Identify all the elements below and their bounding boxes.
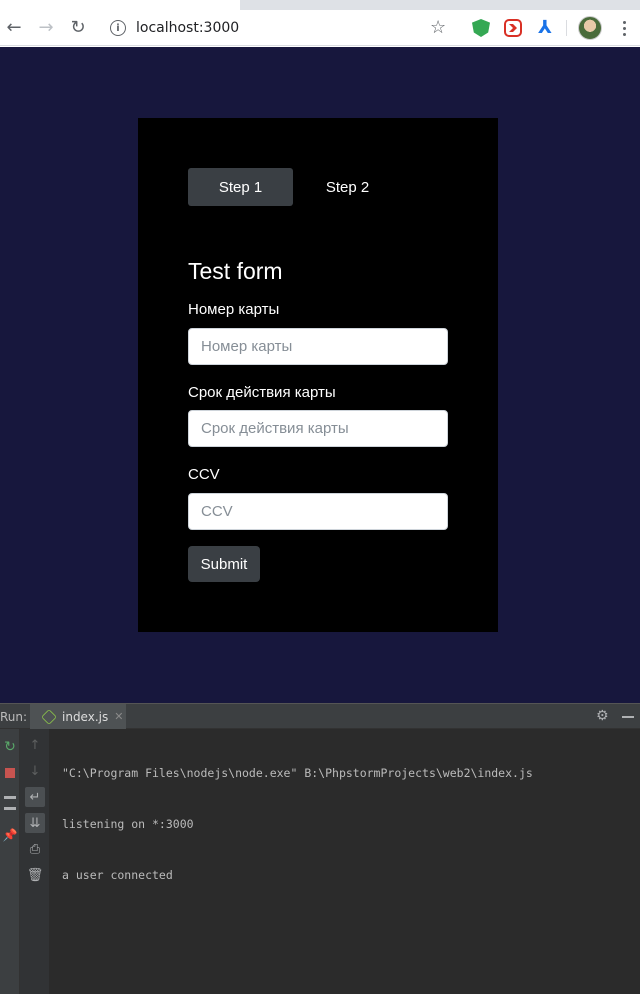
console-line: listening on *:3000 — [62, 817, 194, 831]
media-extension-icon[interactable] — [504, 19, 522, 37]
minimize-icon[interactable] — [622, 716, 634, 718]
stop-icon[interactable] — [0, 763, 20, 783]
browser-menu-icon[interactable] — [614, 18, 634, 38]
site-info-icon[interactable]: i — [110, 20, 126, 36]
run-panel-header: Run: index.js ✕ ⚙ — [0, 703, 640, 729]
close-icon[interactable]: ✕ — [114, 710, 123, 723]
up-arrow-icon[interactable]: ↑ — [25, 735, 45, 755]
toolbar-separator — [566, 20, 567, 36]
tab-strip — [0, 0, 640, 10]
forward-icon[interactable]: → — [34, 16, 58, 40]
run-left-toolbar: ↻ 📌 — [0, 729, 20, 994]
url-text[interactable]: localhost:3000 — [136, 20, 239, 36]
form-title: Test form — [188, 258, 283, 284]
ide-run-panel: Run: index.js ✕ ⚙ ↻ 📌 ↑ ↓ ↵ ⇊ ⎙ 🗑 "C:\Pr… — [0, 703, 640, 994]
trash-icon[interactable]: 🗑 — [25, 865, 45, 885]
bookmark-star-icon[interactable]: ☆ — [430, 17, 446, 38]
submit-button[interactable]: Submit — [188, 546, 260, 582]
scroll-to-end-icon[interactable]: ⇊ — [25, 813, 45, 833]
tab-step-1[interactable]: Step 1 — [188, 168, 293, 206]
form-card: Step 1 Step 2 Test form Номер карты Срок… — [138, 118, 498, 632]
soft-wrap-icon[interactable]: ↵ — [25, 787, 45, 807]
acrobat-extension-icon[interactable]: ⅄ — [536, 19, 554, 37]
run-tab-label: index.js — [62, 709, 109, 724]
ccv-input[interactable] — [188, 493, 448, 530]
card-number-label: Номер карты — [188, 301, 280, 318]
console-line: a user connected — [62, 868, 173, 882]
console-toolbar: ↑ ↓ ↵ ⇊ ⎙ 🗑 — [20, 729, 50, 994]
card-expiry-input[interactable] — [188, 410, 448, 447]
run-tab-index-js[interactable]: index.js ✕ — [30, 704, 126, 729]
card-expiry-label: Срок действия карты — [188, 384, 336, 401]
step-tabs: Step 1 Step 2 — [188, 168, 400, 206]
tab-step-2[interactable]: Step 2 — [295, 168, 400, 206]
reload-icon[interactable]: ↻ — [66, 16, 90, 40]
active-tab[interactable] — [0, 0, 240, 10]
print-icon[interactable]: ⎙ — [25, 839, 45, 859]
browser-toolbar: ← → ↻ i localhost:3000 ☆ ⅄ — [0, 10, 640, 46]
nodejs-icon — [41, 708, 57, 725]
console-line: "C:\Program Files\nodejs\node.exe" B:\Ph… — [62, 766, 533, 780]
layout-icon[interactable] — [0, 793, 20, 813]
page-viewport: Step 1 Step 2 Test form Номер карты Срок… — [0, 47, 640, 703]
down-arrow-icon[interactable]: ↓ — [25, 761, 45, 781]
console-output: "C:\Program Files\nodejs\node.exe" B:\Ph… — [62, 731, 533, 918]
back-icon[interactable]: ← — [2, 16, 26, 40]
profile-avatar[interactable] — [578, 16, 602, 40]
card-number-input[interactable] — [188, 328, 448, 365]
ccv-label: CCV — [188, 466, 220, 483]
rerun-icon[interactable]: ↻ — [0, 737, 20, 757]
run-label: Run: — [0, 710, 28, 724]
gear-icon[interactable]: ⚙ — [596, 708, 609, 724]
pin-icon[interactable]: 📌 — [0, 825, 20, 845]
